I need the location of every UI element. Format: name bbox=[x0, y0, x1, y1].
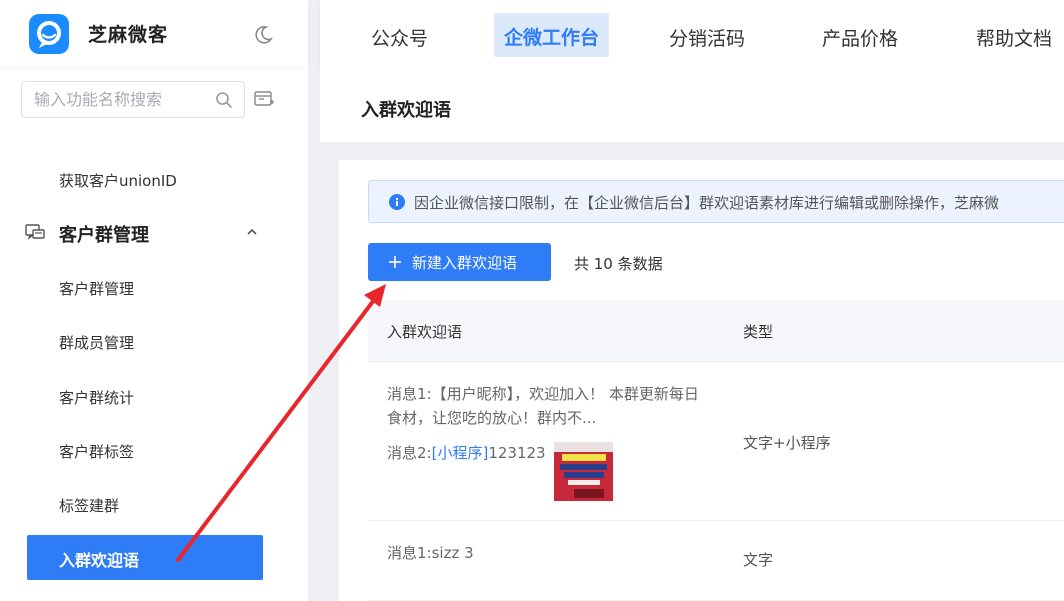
tab-help-docs[interactable]: 帮助文档 bbox=[976, 24, 1052, 51]
message-2-text: 消息2:[小程序]123123 bbox=[387, 442, 546, 463]
sidebar-item-label: 入群欢迎语 bbox=[59, 551, 140, 570]
info-icon bbox=[389, 194, 405, 210]
search-icon[interactable] bbox=[215, 91, 233, 109]
message-1-text: 消息1:【用户昵称】，欢迎加入！ 本群更新每日食材，让您吃的放心！群内不... bbox=[387, 385, 699, 427]
sidebar: 芝麻微客 获取客户unionID 客户群管理 客户群管理 群成员管理 客户群统计… bbox=[0, 0, 308, 601]
page-header: 入群欢迎语 bbox=[320, 68, 1064, 142]
sidebar-item-group-tags[interactable]: 客户群标签 bbox=[59, 441, 134, 462]
sidebar-item-unionid[interactable]: 获取客户unionID bbox=[59, 170, 177, 191]
table-header: 入群欢迎语 类型 bbox=[368, 300, 1064, 362]
page-title: 入群欢迎语 bbox=[361, 100, 451, 121]
type-cell: 文字+小程序 bbox=[743, 434, 831, 452]
group-chat-icon bbox=[25, 224, 45, 240]
plus-icon bbox=[389, 256, 401, 268]
moon-icon[interactable] bbox=[252, 24, 274, 46]
brand-name: 芝麻微客 bbox=[88, 24, 169, 46]
content-panel: 因企业微信接口限制，在【企业微信后台】群欢迎语素材库进行编辑或删除操作，芝麻微 … bbox=[339, 160, 1064, 601]
layout-toggle-icon[interactable] bbox=[254, 90, 274, 108]
table-row[interactable]: 消息1:【用户昵称】，欢迎加入！ 本群更新每日食材，让您吃的放心！群内不... … bbox=[368, 362, 1064, 521]
sidebar-group-customer-group[interactable]: 客户群管理 bbox=[59, 221, 149, 247]
sidebar-item-group-manage[interactable]: 客户群管理 bbox=[59, 278, 134, 299]
brand-header: 芝麻微客 bbox=[0, 0, 308, 66]
record-count: 共 10 条数据 bbox=[574, 255, 663, 273]
notice-banner: 因企业微信接口限制，在【企业微信后台】群欢迎语素材库进行编辑或删除操作，芝麻微 bbox=[368, 180, 1064, 223]
chevron-up-icon[interactable] bbox=[246, 227, 258, 237]
message-2-suffix: 123123 bbox=[488, 444, 546, 462]
search-box bbox=[21, 81, 245, 118]
top-nav: 公众号 企微工作台 分销活码 产品价格 帮助文档 bbox=[320, 0, 1064, 68]
table-row[interactable]: 消息1:sizz 3 文字 bbox=[368, 521, 1064, 601]
sidebar-item-tag-build[interactable]: 标签建群 bbox=[59, 495, 119, 516]
sidebar-item-group-stats[interactable]: 客户群统计 bbox=[59, 387, 134, 408]
mini-program-thumbnail[interactable] bbox=[554, 442, 613, 501]
notice-text: 因企业微信接口限制，在【企业微信后台】群欢迎语素材库进行编辑或删除操作，芝麻微 bbox=[414, 194, 1000, 212]
search-input[interactable] bbox=[34, 82, 214, 117]
new-welcome-button[interactable]: 新建入群欢迎语 bbox=[368, 243, 551, 281]
sidebar-item-member-manage[interactable]: 群成员管理 bbox=[59, 332, 134, 353]
type-cell: 文字 bbox=[743, 551, 774, 569]
tab-distribution-code[interactable]: 分销活码 bbox=[669, 24, 745, 51]
mini-program-link[interactable]: [小程序] bbox=[432, 444, 489, 462]
message-1-text: 消息1:sizz 3 bbox=[387, 544, 474, 562]
sidebar-item-welcome-active[interactable]: 入群欢迎语 bbox=[27, 535, 263, 580]
tab-workbench[interactable]: 企微工作台 bbox=[494, 13, 610, 57]
chat-bubble-logo-icon[interactable] bbox=[29, 14, 69, 54]
new-welcome-label: 新建入群欢迎语 bbox=[412, 253, 518, 272]
tab-pricing[interactable]: 产品价格 bbox=[822, 24, 898, 51]
column-header-type: 类型 bbox=[743, 323, 774, 341]
message-2-prefix: 消息2: bbox=[387, 444, 432, 462]
tab-official-account[interactable]: 公众号 bbox=[371, 24, 428, 51]
column-header-welcome: 入群欢迎语 bbox=[387, 323, 463, 341]
